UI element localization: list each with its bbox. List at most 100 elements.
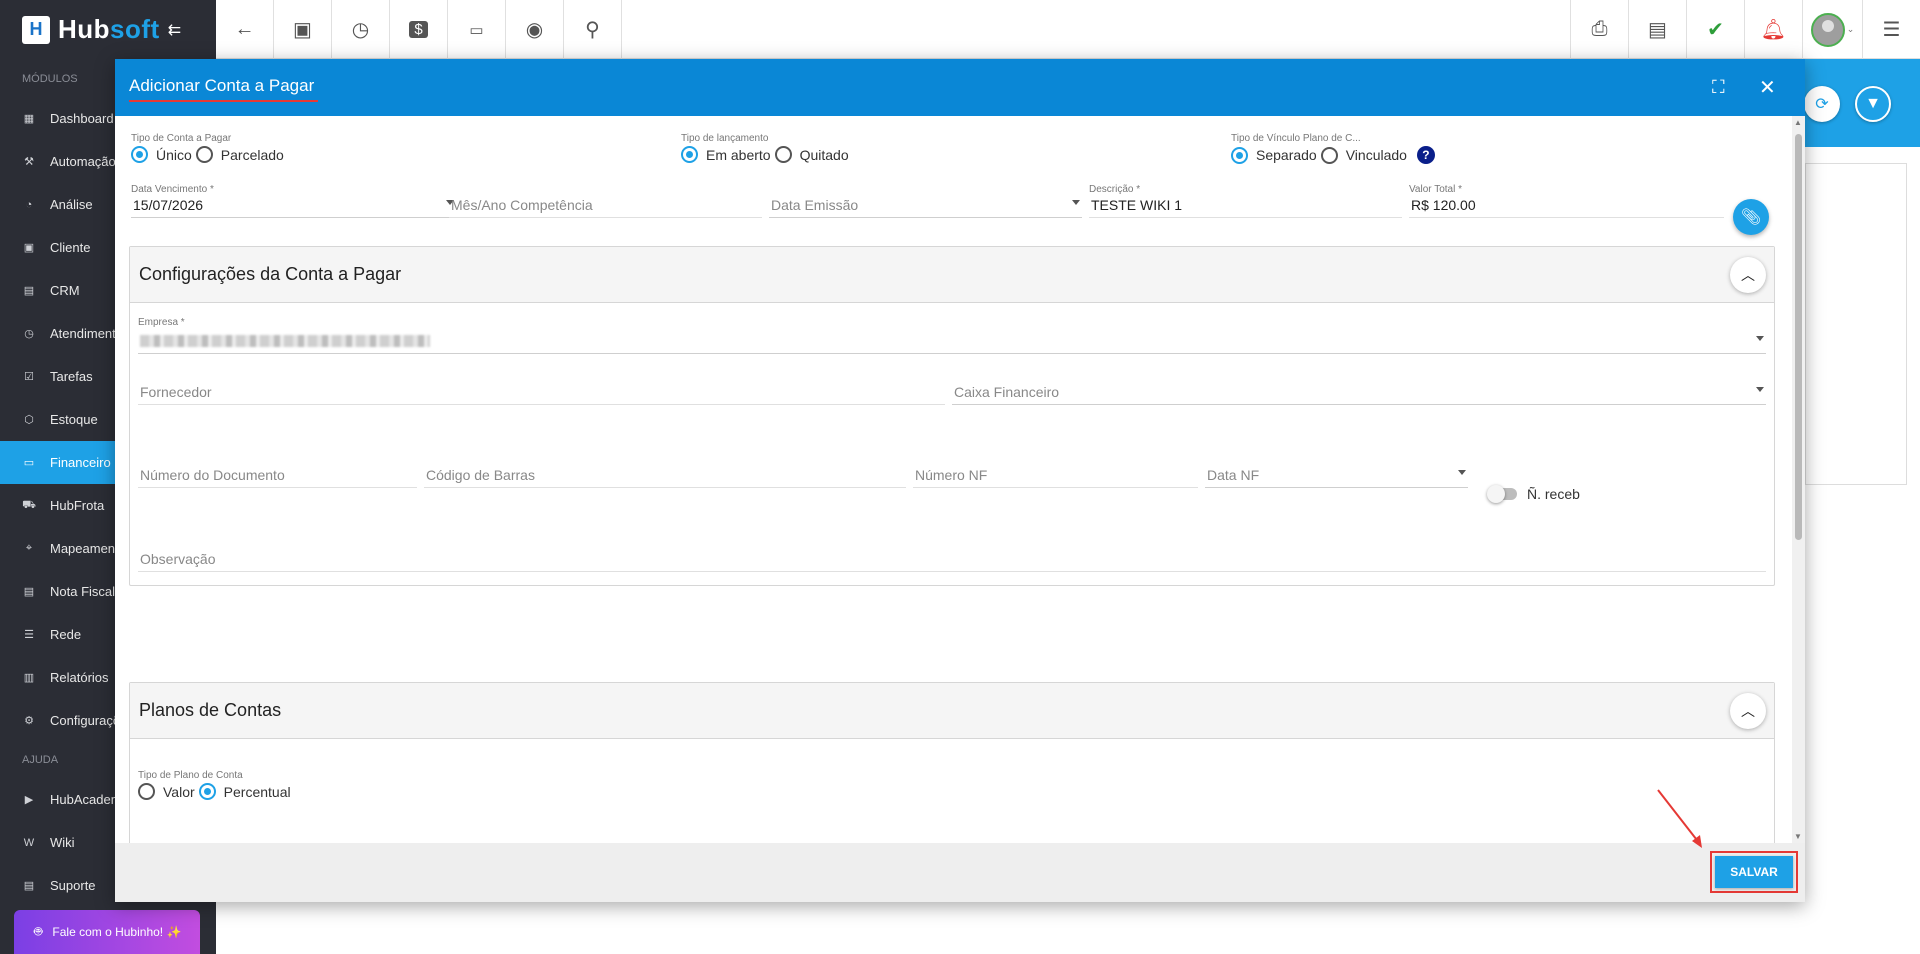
modal-scrollbar[interactable]: ▲ ▼: [1792, 116, 1805, 843]
briefcase-button[interactable]: ▤: [1628, 0, 1686, 59]
support-clock-icon: ◷: [24, 328, 34, 340]
data-nf-field[interactable]: Data NF: [1205, 462, 1468, 488]
search-button[interactable]: ⚲: [564, 0, 622, 59]
data-emissao-field[interactable]: Data Emissão: [769, 192, 1082, 218]
tipo-plano-group: Valor Percentual: [138, 783, 295, 800]
finance-button[interactable]: $: [390, 0, 448, 59]
descricao-field[interactable]: TESTE WIKI 1: [1089, 192, 1402, 218]
descricao-value: TESTE WIKI 1: [1091, 196, 1183, 213]
radio-separado-label: Separado: [1256, 147, 1317, 163]
radio-quitado[interactable]: Quitado: [774, 146, 849, 163]
youtube-icon: ▶: [24, 794, 34, 806]
radio-valor-label: Valor: [163, 783, 195, 800]
toggle-knob: [1487, 485, 1505, 503]
numero-nf-field[interactable]: Número NF: [913, 462, 1198, 488]
valor-total-value: R$ 120.00: [1411, 196, 1476, 213]
sidebar-item-label: Suporte: [50, 878, 96, 893]
config-panel-title: Configurações da Conta a Pagar: [139, 264, 402, 284]
empresa-select[interactable]: [138, 328, 1766, 354]
data-nf-placeholder: Data NF: [1207, 466, 1260, 483]
collapse-sidebar-icon[interactable]: ⇇: [168, 20, 181, 40]
radio-unico[interactable]: Único: [131, 146, 192, 163]
terminal-button[interactable]: ▭: [448, 0, 506, 59]
config-panel-header[interactable]: Configurações da Conta a Pagar ︿: [130, 247, 1774, 303]
radio-em-aberto[interactable]: Em aberto: [681, 146, 771, 163]
sidebar-item-label: HubAcadem: [50, 792, 122, 807]
sidebar-item-label: Atendimento: [50, 326, 123, 341]
attach-button[interactable]: 📎︎: [1733, 199, 1769, 235]
car-icon: ⛟: [22, 498, 36, 511]
caixa-placeholder: Caixa Financeiro: [954, 383, 1060, 400]
collapse-planos-button[interactable]: ︿: [1730, 693, 1766, 729]
sidebar-item-label: Dashboard: [50, 111, 114, 126]
mes-ano-competencia-field[interactable]: Mês/Ano Competência: [449, 192, 762, 218]
tipo-conta-label: Tipo de Conta a Pagar: [131, 133, 232, 144]
observacao-field[interactable]: Observação: [138, 546, 1766, 572]
invoice-icon: ▤: [23, 586, 35, 598]
client-icon: ▣: [23, 242, 35, 254]
close-icon[interactable]: ✕: [1759, 75, 1776, 100]
user-menu-button[interactable]: ⌄: [1802, 0, 1862, 59]
pdf-button[interactable]: ⎙: [1570, 0, 1628, 59]
codigo-barras-field[interactable]: Código de Barras: [424, 462, 906, 488]
radio-separado[interactable]: Separado: [1231, 146, 1317, 164]
menu-button[interactable]: ☰: [1862, 0, 1920, 59]
scrollbar-thumb[interactable]: [1795, 134, 1802, 540]
sidebar-item-label: Automação I: [50, 154, 123, 169]
pdf-icon: ⎙: [1591, 18, 1608, 40]
radio-unico-indicator: [131, 146, 148, 163]
logo-icon: H: [22, 15, 50, 44]
schedule-button[interactable]: ◷: [332, 0, 390, 59]
radio-valor-indicator: [138, 783, 155, 800]
chat-button[interactable]: ✔: [1686, 0, 1744, 59]
dollar-icon: $: [409, 21, 428, 38]
scroll-up-icon[interactable]: ▲: [1794, 118, 1802, 127]
fornecedor-field[interactable]: Fornecedor: [138, 379, 945, 405]
planos-panel-header[interactable]: Planos de Contas ︿: [130, 683, 1774, 739]
collapse-config-button[interactable]: ︿: [1730, 257, 1766, 293]
view-button[interactable]: ◉: [506, 0, 564, 59]
hubinho-chat-button[interactable]: 🤖︎ Fale com o Hubinho! ✨: [14, 910, 200, 954]
robot-icon: 🤖︎: [34, 923, 43, 939]
report-icon: ▥: [23, 672, 35, 684]
fullscreen-icon[interactable]: ⛶: [1712, 77, 1725, 98]
support-icon: ▤: [23, 880, 35, 892]
data-emissao-placeholder: Data Emissão: [771, 196, 859, 213]
numero-nf-placeholder: Número NF: [915, 466, 988, 483]
tipo-lancamento-label: Tipo de lançamento: [681, 133, 769, 144]
logo-text: Hubsoft: [58, 14, 160, 44]
clock-calendar-icon: ◷: [351, 19, 370, 41]
back-button[interactable]: ←: [216, 0, 274, 59]
modal-footer: SALVAR: [115, 843, 1805, 902]
scroll-down-icon[interactable]: ▼: [1794, 832, 1802, 841]
save-highlight: SALVAR: [1710, 851, 1798, 893]
radio-parcelado[interactable]: Parcelado: [195, 146, 284, 163]
valor-total-field[interactable]: R$ 120.00: [1409, 192, 1724, 218]
sidebar-item-label: Nota Fiscal: [50, 584, 116, 599]
network-icon: ☰: [24, 629, 34, 641]
nao-recebido-toggle[interactable]: Ñ. receb: [1487, 485, 1580, 503]
numero-documento-field[interactable]: Número do Documento: [138, 462, 417, 488]
caixa-financeiro-select[interactable]: Caixa Financeiro: [952, 379, 1766, 405]
notifications-button[interactable]: 🔔︎: [1744, 0, 1802, 59]
radio-percentual[interactable]: Percentual: [198, 783, 291, 800]
codigo-barras-placeholder: Código de Barras: [426, 466, 535, 483]
modal-body: Tipo de Conta a Pagar Único Parcelado Ti…: [115, 116, 1792, 843]
radio-vinculado-indicator: [1320, 146, 1338, 164]
contacts-button[interactable]: ▣: [274, 0, 332, 59]
planos-panel-title: Planos de Contas: [139, 700, 282, 720]
filter-button[interactable]: ▼: [1855, 86, 1891, 122]
radio-vinculado[interactable]: Vinculado: [1320, 146, 1407, 164]
data-vencimento-field[interactable]: 15/07/2026: [131, 192, 456, 218]
sidebar-item-label: Wiki: [50, 835, 75, 850]
help-icon[interactable]: ?: [1416, 146, 1435, 164]
sidebar-item-label: CRM: [50, 283, 80, 298]
modal-header: Adicionar Conta a Pagar ⛶ ✕: [115, 59, 1805, 116]
chevron-down-icon: [1072, 200, 1080, 205]
refresh-button[interactable]: ⟳: [1804, 86, 1840, 122]
radio-valor[interactable]: Valor: [138, 783, 195, 800]
tipo-lancamento-group: Em aberto Quitado: [681, 146, 853, 163]
save-button[interactable]: SALVAR: [1715, 856, 1793, 888]
radio-em-aberto-label: Em aberto: [706, 146, 771, 163]
top-bar: H Hubsoft ⇇ ← ▣ ◷ $ ▭ ◉ ⚲ ⎙ ▤ ✔ 🔔︎ ⌄ ☰: [0, 0, 1920, 59]
